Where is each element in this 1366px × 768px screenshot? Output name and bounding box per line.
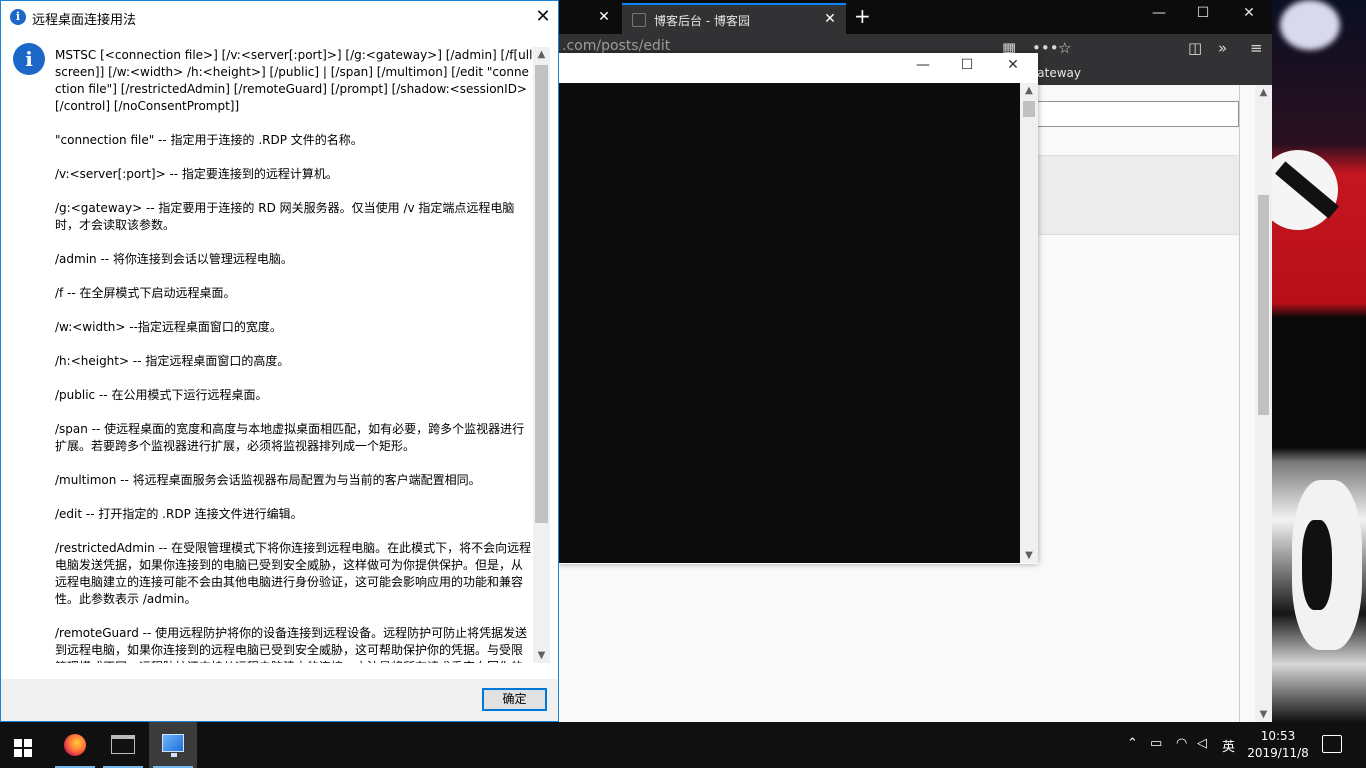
mstsc-usage-dialog: i 远程桌面连接用法 ✕ i MSTSC [<connection file>]… [0,0,559,722]
scroll-thumb[interactable] [1258,195,1269,415]
dialog-scrollbar[interactable]: ▲ ▼ [533,47,550,663]
usage-text: MSTSC [<connection file>] [/v:<server[:p… [55,47,533,663]
usage-paragraph: MSTSC [<connection file>] [/v:<server[:p… [55,48,533,113]
firefox-icon [64,734,86,756]
taskbar-remote-desktop[interactable] [149,722,197,768]
clock-date: 2019/11/8 [1247,746,1309,760]
tab-title: 博客后台 - 博客园 [654,14,750,28]
usage-paragraph: /remoteGuard -- 使用远程防护将你的设备连接到远程设备。远程防护可… [55,626,528,663]
page-scrollbar[interactable]: ▲ ▼ [1255,85,1272,722]
info-icon: i [13,43,45,75]
address-bar[interactable]: .com/posts/edit [562,38,670,54]
tab-strip: ✕ 博客后台 - 博客园 ✕ + — ☐ ✕ [558,0,1272,34]
close-icon[interactable]: ✕ [596,9,612,25]
usage-paragraph: /public -- 在公用模式下运行远程桌面。 [55,388,268,402]
ok-button[interactable]: 确定 [482,688,547,711]
taskbar-command-prompt[interactable] [99,722,147,768]
wifi-icon[interactable]: ◠ [1176,736,1187,751]
usage-paragraph: "connection file" -- 指定用于连接的 .RDP 文件的名称。 [55,133,363,147]
battery-icon[interactable]: ▭ [1150,736,1162,751]
taskbar: ⌃ ▭ ◠ ◁ 英 10:53 2019/11/8 [0,722,1366,768]
usage-paragraph: /h:<height> -- 指定远程桌面窗口的高度。 [55,354,290,368]
wallpaper-shape [1302,520,1332,610]
scroll-down-icon[interactable]: ▼ [1255,709,1272,720]
new-tab-icon[interactable]: + [854,5,871,27]
usage-paragraph: /admin -- 将你连接到会话以管理远程电脑。 [55,252,293,266]
command-prompt-icon [111,735,135,754]
wallpaper-shape [1280,0,1340,50]
close-window-icon[interactable]: ✕ [1226,5,1272,21]
chevron-up-icon[interactable]: ⌃ [1127,736,1138,751]
usage-paragraph: /g:<gateway> -- 指定要用于连接的 RD 网关服务器。仅当使用 /… [55,201,515,232]
usage-paragraph: /f -- 在全屏模式下启动远程桌面。 [55,286,236,300]
minimize-icon[interactable]: — [900,57,946,73]
scroll-up-icon[interactable]: ▲ [1255,87,1272,98]
maximize-icon[interactable]: ☐ [1180,5,1226,21]
dialog-titlebar: i 远程桌面连接用法 ✕ [1,1,558,33]
console-window: — ☐ ✕ ▲ ▼ [558,53,1038,564]
minimize-icon[interactable]: — [1136,5,1182,21]
scroll-down-icon[interactable]: ▼ [1020,550,1038,561]
info-icon: i [10,9,26,25]
remote-desktop-icon [162,734,184,757]
usage-paragraph: /span -- 使远程桌面的宽度和高度与本地虚拟桌面相匹配，如有必要，跨多个监… [55,422,525,453]
scroll-down-icon[interactable]: ▼ [533,650,550,661]
favicon-icon [632,13,646,27]
menu-icon[interactable]: ≡ [1250,39,1263,57]
notification-icon[interactable] [1322,735,1342,753]
bookmark-star-icon[interactable]: ☆ [1058,39,1071,57]
close-icon[interactable]: ✕ [521,4,565,30]
console-output[interactable] [558,83,1020,563]
volume-icon[interactable]: ◁ [1197,736,1207,751]
scroll-up-icon[interactable]: ▲ [1020,85,1038,96]
close-icon[interactable]: ✕ [822,11,838,27]
maximize-icon[interactable]: ☐ [944,57,990,73]
usage-paragraph: /edit -- 打开指定的 .RDP 连接文件进行编辑。 [55,507,303,521]
console-scrollbar[interactable]: ▲ ▼ [1020,83,1038,563]
ime-indicator[interactable]: 英 [1222,736,1235,755]
usage-paragraph: /restrictedAdmin -- 在受限管理模式下将你连接到远程电脑。在此… [55,541,532,606]
usage-paragraph: /v:<server[:port]> -- 指定要连接到的远程计算机。 [55,167,338,181]
clock-time: 10:53 [1260,729,1296,743]
taskbar-firefox[interactable] [51,722,99,768]
scroll-thumb[interactable] [535,65,548,523]
dialog-title: 远程桌面连接用法 [32,13,137,28]
page-panel [1034,155,1239,235]
windows-start-icon[interactable] [14,739,32,757]
divider [1239,85,1240,722]
page-text-input[interactable] [1034,101,1239,127]
scroll-up-icon[interactable]: ▲ [533,49,550,60]
sidebar-icon[interactable]: ◫ [1188,39,1202,57]
close-window-icon[interactable]: ✕ [990,57,1036,73]
usage-paragraph: /w:<width> --指定远程桌面窗口的宽度。 [55,320,282,334]
desktop-wallpaper [1272,0,1366,722]
dialog-footer: 确定 [1,679,558,721]
overflow-icon[interactable]: » [1218,39,1227,57]
system-clock[interactable]: 10:53 2019/11/8 [1246,728,1310,762]
usage-paragraph: /multimon -- 将远程桌面服务会话监视器布局配置为与当前的客户端配置相… [55,473,481,487]
scroll-thumb[interactable] [1023,101,1035,117]
console-titlebar: — ☐ ✕ [558,53,1038,83]
tab-blog-admin[interactable]: 博客后台 - 博客园 ✕ [622,3,846,34]
